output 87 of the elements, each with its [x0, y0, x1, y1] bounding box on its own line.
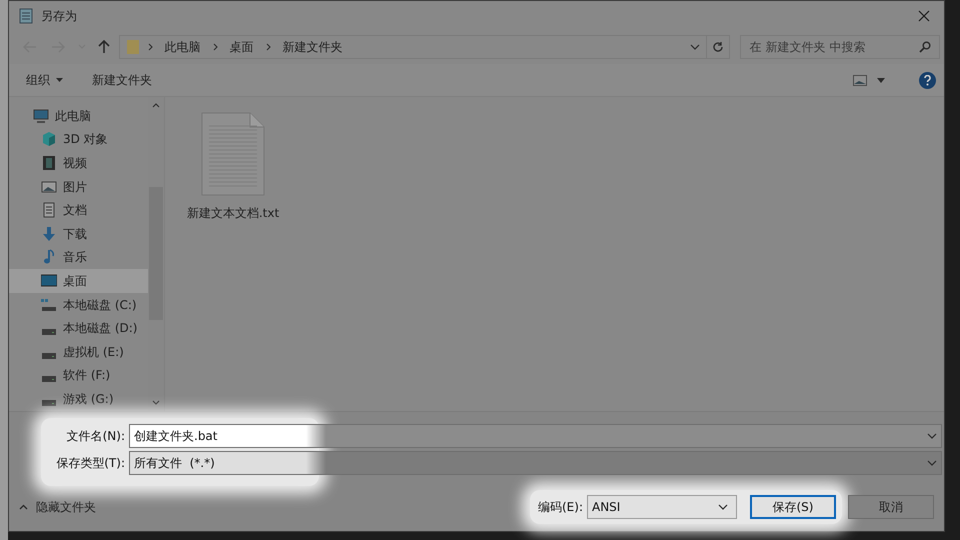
question-mark-icon	[924, 74, 931, 86]
sidebar-item[interactable]: 文档	[9, 198, 148, 222]
chevron-down-icon	[927, 460, 937, 466]
desktop-icon	[41, 273, 57, 290]
search-icon	[919, 40, 931, 52]
new-folder-button[interactable]: 新建文件夹	[92, 71, 152, 89]
breadcrumb-chevron-icon	[148, 42, 153, 50]
file-type-dropdown[interactable]: 所有文件 (*.*)	[129, 450, 942, 475]
window-title: 另存为	[41, 8, 77, 26]
cancel-button[interactable]: 取消	[848, 494, 934, 519]
sidebar-item[interactable]: 音乐	[9, 246, 148, 270]
notepad-icon	[19, 8, 33, 24]
sidebar-label: 文档	[63, 202, 87, 220]
sidebar-label: 视频	[63, 155, 87, 172]
breadcrumb-chevron-icon	[212, 42, 218, 50]
sidebar-item[interactable]: 3D 对象	[9, 128, 148, 152]
scroll-up-icon	[152, 102, 160, 108]
encoding-value: ANSI	[592, 498, 622, 516]
breadcrumb-chevron-icon	[266, 42, 271, 50]
drive-icon	[41, 352, 57, 359]
view-options-button[interactable]	[853, 74, 885, 86]
sidebar-item[interactable]: 视频	[9, 151, 148, 175]
close-icon	[918, 10, 930, 22]
chevron-down-icon	[927, 432, 937, 439]
sidebar-label: 下载	[63, 226, 87, 243]
drive-icon	[41, 376, 57, 382]
encoding-dropdown[interactable]: ANSI	[587, 494, 737, 519]
help-button[interactable]	[919, 72, 936, 88]
file-type-value: 所有文件 (*.*)	[134, 454, 216, 472]
sidebar-label: 3D 对象	[63, 131, 108, 148]
breadcrumb[interactable]: 桌面	[226, 38, 258, 56]
sidebar-item[interactable]: 虚拟机 (E:)	[9, 340, 148, 364]
drive-icon	[41, 329, 57, 336]
sidebar-label: 桌面	[63, 273, 87, 290]
filename-value: 创建文件夹.bat	[134, 428, 218, 445]
text-file-icon	[201, 112, 265, 196]
drive-icon	[41, 400, 57, 406]
save-button[interactable]: 保存(S)	[750, 494, 836, 519]
cube-icon	[41, 131, 57, 148]
refresh-button[interactable]	[706, 34, 730, 58]
search-field[interactable]: 在 新建文件夹 中搜索	[740, 34, 940, 58]
sidebar-label: 音乐	[63, 249, 87, 266]
download-arrow-icon	[41, 226, 57, 242]
sidebar-item[interactable]: 此电脑	[9, 104, 148, 128]
scroll-thumb[interactable]	[149, 187, 163, 320]
sidebar-item[interactable]: 桌面	[9, 269, 148, 293]
sidebar-label: 此电脑	[55, 108, 91, 125]
up-arrow-icon	[98, 40, 110, 54]
sidebar-item[interactable]: 软件 (F:)	[9, 364, 148, 388]
file-name: 新建文本文档.txt	[186, 204, 280, 222]
system-drive-icon	[41, 296, 57, 313]
sidebar-label: 软件 (F:)	[63, 367, 110, 384]
filename-label: 文件名(N):	[66, 428, 126, 445]
film-icon	[41, 155, 57, 171]
sidebar-item[interactable]: 游戏 (G:)	[9, 387, 148, 411]
picture-icon	[853, 74, 867, 86]
folder-icon	[126, 38, 140, 54]
sidebar-label: 本地磁盘 (C:)	[63, 296, 137, 314]
encoding-label: 编码(E):	[538, 498, 583, 516]
music-note-icon	[41, 249, 57, 266]
chevron-down-icon	[718, 504, 728, 510]
sidebar-item[interactable]: 本地磁盘 (C:)	[9, 292, 148, 316]
scroll-down-icon	[152, 400, 160, 405]
computer-icon	[33, 108, 49, 124]
breadcrumb[interactable]: 新建文件夹	[278, 38, 347, 56]
sidebar-label: 虚拟机 (E:)	[63, 344, 124, 361]
caret-icon	[56, 78, 63, 82]
chevron-up-icon	[19, 504, 28, 510]
sidebar-label: 本地磁盘 (D:)	[63, 320, 138, 338]
chevron-down-icon	[690, 44, 700, 50]
refresh-icon	[712, 40, 724, 52]
picture-icon	[41, 178, 57, 195]
sidebar-item[interactable]: 下载	[9, 222, 148, 246]
caret-icon	[877, 78, 885, 82]
sidebar-label: 游戏 (G:)	[63, 391, 114, 408]
file-item[interactable]: 新建文本文档.txt	[183, 112, 283, 222]
hide-folders-button[interactable]: 隐藏文件夹	[19, 498, 96, 516]
sidebar-item[interactable]: 图片	[9, 174, 148, 198]
filename-field[interactable]: 创建文件夹.bat	[129, 424, 942, 448]
file-type-label: 保存类型(T):	[55, 454, 126, 472]
address-bar[interactable]: 此电脑 桌面 新建文件夹	[118, 34, 707, 58]
breadcrumb[interactable]: 此电脑	[160, 38, 205, 56]
organize-menu-button[interactable]: 组织	[26, 71, 63, 89]
document-icon	[41, 202, 57, 218]
search-placeholder: 在 新建文件夹 中搜索	[750, 38, 866, 56]
sidebar-item[interactable]: 本地磁盘 (D:)	[9, 316, 148, 340]
sidebar-label: 图片	[63, 178, 87, 196]
